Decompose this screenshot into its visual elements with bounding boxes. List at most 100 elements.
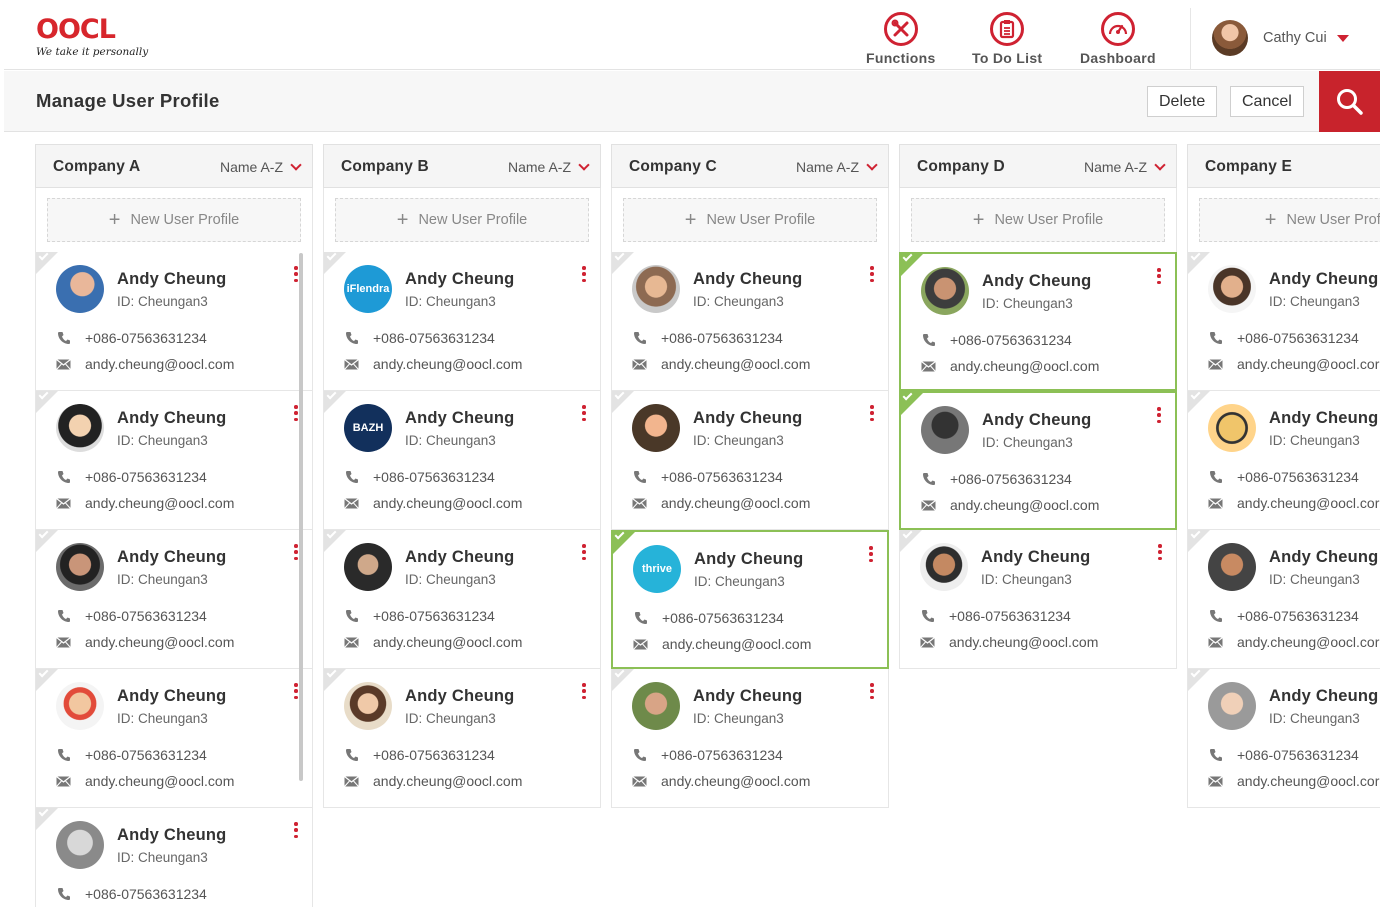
email-address[interactable]: andy.cheung@oocl.com [950,358,1099,374]
new-user-profile-button[interactable]: + New User Profile [623,198,877,242]
sort-dropdown[interactable]: Name A-Z [1084,159,1166,175]
nav-functions[interactable]: Functions [866,12,936,66]
phone-icon [632,331,647,345]
more-options-icon[interactable] [870,683,874,699]
search-button[interactable] [1319,71,1380,132]
email-address[interactable]: andy.cheung@oocl.com [373,773,522,789]
user-profile-card[interactable]: Andy Cheung ID: Cheungan3 +086-07563631234… [899,528,1177,669]
column-scrollbar[interactable] [299,253,303,781]
email-address[interactable]: andy.cheung@oocl.com [373,634,522,650]
company-name: Company D [917,158,1005,175]
more-options-icon[interactable] [294,266,298,282]
user-profile-card[interactable]: Andy Cheung ID: Cheungan3 +086-07563631234… [611,250,889,391]
email-address[interactable]: andy.cheung@oocl.com [661,495,810,511]
email-address[interactable]: andy.cheung@oocl.com [661,356,810,372]
user-profile-card[interactable]: Andy Cheung ID: Cheungan3 +086-07563631234… [35,389,313,530]
more-options-icon[interactable] [582,405,586,421]
phone-row: +086-07563631234 [344,469,495,485]
user-id: ID: Cheungan3 [694,574,785,589]
user-profile-card[interactable]: Andy Cheung ID: Cheungan3 +086-07563631234… [35,250,313,391]
user-profile-card[interactable]: Andy Cheung ID: Cheungan3 +086-07563631234… [1187,250,1380,391]
user-profile-card[interactable]: BAZH Andy Cheung ID: Cheungan3 +086-0756363… [323,389,601,530]
user-profile-card[interactable]: iFlendra Andy Cheung ID: Cheungan3 +086-075… [323,250,601,391]
more-options-icon[interactable] [869,546,873,562]
plus-icon: + [396,209,409,231]
email-address[interactable]: andy.cheung@oocl.com [85,495,234,511]
phone-number: +086-07563631234 [373,330,495,346]
plus-icon: + [108,209,121,231]
more-options-icon[interactable] [294,544,298,560]
chevron-down-icon [578,159,590,171]
sort-dropdown[interactable]: Name A-Z [220,159,302,175]
phone-number: +086-07563631234 [85,608,207,624]
user-profile-card[interactable]: Andy Cheung ID: Cheungan3 +086-07563631234… [1187,389,1380,530]
user-avatar [56,543,104,591]
oocl-logo[interactable]: OOCL We take it personally [36,16,148,59]
user-profile-card[interactable]: thrive Andy Cheung ID: Cheungan3 +086-07563… [611,529,889,669]
new-user-profile-button[interactable]: + New User Profile [47,198,301,242]
user-profile-card[interactable]: Andy Cheung ID: Cheungan3 +086-07563631234… [611,667,889,808]
email-address[interactable]: andy.cheung@oocl.cor [1237,773,1379,789]
user-name: Andy Cheung [117,826,227,844]
email-address[interactable]: andy.cheung@oocl.com [85,634,234,650]
user-id: ID: Cheungan3 [405,572,496,587]
user-avatar [632,682,680,730]
sort-dropdown[interactable]: Name A-Z [508,159,590,175]
nav-todo-list[interactable]: To Do List [972,12,1042,66]
more-options-icon[interactable] [294,822,298,838]
email-address[interactable]: andy.cheung@oocl.cor [1237,495,1379,511]
email-address[interactable]: andy.cheung@oocl.com [949,634,1098,650]
email-address[interactable]: andy.cheung@oocl.cor [1237,634,1379,650]
user-name: Cathy Cui [1263,30,1327,46]
phone-icon [920,609,935,623]
email-address[interactable]: andy.cheung@oocl.com [85,773,234,789]
user-menu[interactable]: Cathy Cui [1212,20,1349,56]
more-options-icon[interactable] [1157,407,1161,423]
user-name: Andy Cheung [982,411,1092,429]
email-address[interactable]: andy.cheung@oocl.com [373,356,522,372]
user-avatar [344,682,392,730]
email-address[interactable]: andy.cheung@oocl.cor [1237,356,1379,372]
more-options-icon[interactable] [582,544,586,560]
more-options-icon[interactable] [582,683,586,699]
sort-label: Name A-Z [795,159,859,175]
more-options-icon[interactable] [582,266,586,282]
email-address[interactable]: andy.cheung@oocl.com [85,356,234,372]
user-profile-card[interactable]: Andy Cheung ID: Cheungan3 +086-07563631234… [35,528,313,669]
user-profile-card[interactable]: Andy Cheung ID: Cheungan3 +086-07563631234… [899,251,1177,391]
new-user-profile-button[interactable]: + New User Profil [1199,198,1380,242]
more-options-icon[interactable] [870,266,874,282]
user-profile-card[interactable]: Andy Cheung ID: Cheungan3 +086-07563631234… [1187,528,1380,669]
user-profile-card[interactable]: Andy Cheung ID: Cheungan3 +086-07563631234… [323,667,601,808]
phone-number: +086-07563631234 [1237,469,1359,485]
more-options-icon[interactable] [294,683,298,699]
page-title: Manage User Profile [36,90,220,111]
email-address[interactable]: andy.cheung@oocl.com [661,773,810,789]
company-column: Company B Name A-Z + New User Profile iFlend… [323,144,601,808]
email-address[interactable]: andy.cheung@oocl.com [950,497,1099,513]
delete-button[interactable]: Delete [1147,86,1218,117]
phone-icon [632,748,647,762]
user-profile-card[interactable]: Andy Cheung ID: Cheungan3 +086-07563631234… [35,667,313,808]
email-address[interactable]: andy.cheung@oocl.com [662,636,811,652]
user-profile-card[interactable]: Andy Cheung ID: Cheungan3 +086-07563631234… [899,390,1177,530]
email-row: andy.cheung@oocl.cor [1208,495,1379,511]
user-profile-card[interactable]: Andy Cheung ID: Cheungan3 +086-07563631234 [35,806,313,907]
phone-number: +086-07563631234 [85,469,207,485]
cancel-button[interactable]: Cancel [1230,86,1304,117]
more-options-icon[interactable] [870,405,874,421]
user-profile-card[interactable]: Andy Cheung ID: Cheungan3 +086-07563631234… [611,389,889,530]
more-options-icon[interactable] [1158,544,1162,560]
email-address[interactable]: andy.cheung@oocl.com [373,495,522,511]
more-options-icon[interactable] [1157,268,1161,284]
phone-number: +086-07563631234 [661,747,783,763]
user-profile-card[interactable]: Andy Cheung ID: Cheungan3 +086-07563631234… [1187,667,1380,808]
user-profile-card[interactable]: Andy Cheung ID: Cheungan3 +086-07563631234… [323,528,601,669]
more-options-icon[interactable] [294,405,298,421]
user-avatar [1208,265,1256,313]
nav-dashboard[interactable]: Dashboard [1080,12,1156,66]
new-user-profile-button[interactable]: + New User Profile [335,198,589,242]
sort-dropdown[interactable]: Name A-Z [795,159,878,175]
email-row: andy.cheung@oocl.cor [1208,773,1379,789]
new-user-profile-button[interactable]: + New User Profile [911,198,1165,242]
